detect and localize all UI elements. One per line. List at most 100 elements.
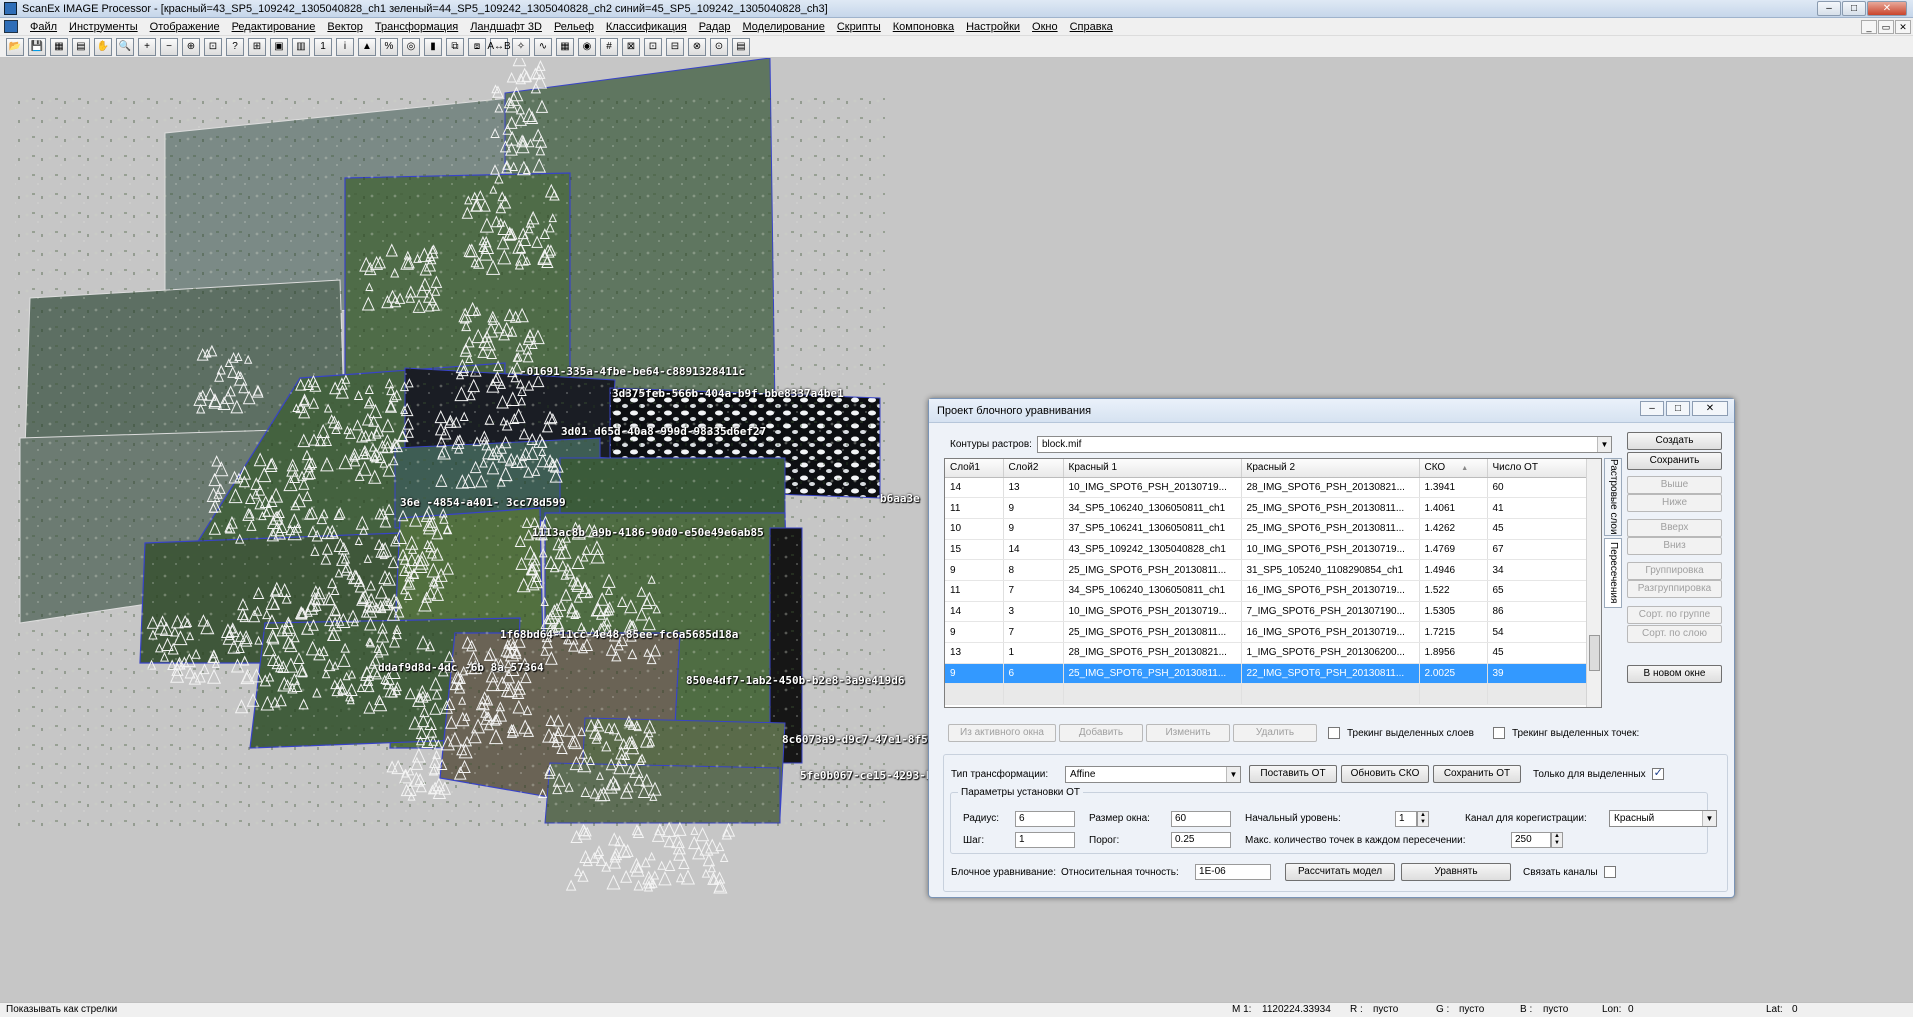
col-red1[interactable]: Красный 1 (1063, 459, 1242, 478)
table-icon[interactable]: ▦ (556, 37, 574, 56)
tab-intersections[interactable]: Пересечения (1604, 538, 1622, 608)
sort-by-layer-button[interactable]: Сорт. по слою (1627, 625, 1722, 643)
menu-tools[interactable]: Инструменты (63, 21, 144, 33)
image-icon[interactable]: ▦ (50, 37, 68, 56)
group-button[interactable]: Группировка (1627, 562, 1722, 580)
dialog-title-bar[interactable]: Проект блочного уравнивания (929, 399, 1734, 423)
move-down-button[interactable]: Ниже (1627, 494, 1722, 512)
globe-icon[interactable]: ◉ (578, 37, 596, 56)
menu-landscape3d[interactable]: Ландшафт 3D (464, 21, 548, 33)
menu-scripts[interactable]: Скрипты (831, 21, 887, 33)
copy-icon[interactable]: ⧉ (446, 37, 464, 56)
move-up-button[interactable]: Выше (1627, 476, 1722, 494)
stamp-icon[interactable]: ⊠ (622, 37, 640, 56)
menu-transform[interactable]: Трансформация (369, 21, 464, 33)
zoom-fit-icon[interactable]: ⊕ (182, 37, 200, 56)
document-icon[interactable] (4, 20, 18, 33)
max-points-stepper[interactable]: ▲ ▼ (1551, 832, 1563, 848)
create-button[interactable]: Создать (1627, 432, 1722, 450)
stamp2-icon[interactable]: ⊡ (644, 37, 662, 56)
col-rmse[interactable]: СКО ▲ (1419, 459, 1488, 478)
dialog-maximize-button[interactable]: □ (1666, 401, 1690, 416)
col-red2[interactable]: Красный 2 (1241, 459, 1420, 478)
ab-icon[interactable]: A↔B (487, 37, 511, 56)
zoom-icon[interactable]: 🔍 (116, 37, 134, 56)
window-icon[interactable]: ▤ (72, 37, 90, 56)
list-icon[interactable]: ▤ (732, 37, 750, 56)
move-bottom-button[interactable]: Вниз (1627, 537, 1722, 555)
table-row[interactable]: 14 3 10_IMG_SPOT6_PSH_20130719... 7_IMG_SPO… (945, 601, 1588, 623)
menu-help[interactable]: Справка (1064, 21, 1119, 33)
mdi-minimize-button[interactable]: _ (1861, 20, 1877, 34)
channel-select[interactable]: Красный ▼ (1609, 810, 1717, 827)
save-project-button[interactable]: Сохранить (1627, 452, 1722, 470)
step-input[interactable]: 1 (1015, 832, 1075, 848)
only-selected-checkbox[interactable] (1651, 766, 1664, 780)
hand-icon[interactable]: ✋ (94, 37, 112, 56)
curve-icon[interactable]: ∿ (534, 37, 552, 56)
table-scrollbar[interactable] (1586, 459, 1601, 707)
table-row[interactable]: 15 14 43_SP5_109242_1305040828_ch1 10_IMG_S… (945, 539, 1588, 561)
stamp3-icon[interactable]: ⊟ (666, 37, 684, 56)
paste-icon[interactable]: ⧈ (468, 37, 486, 56)
table-row[interactable]: 11 9 34_SP5_106240_1306050811_ch1 25_IMG_SP… (945, 497, 1588, 519)
threshold-input[interactable]: 0.25 (1171, 832, 1231, 848)
start-level-stepper[interactable]: ▲ ▼ (1417, 810, 1429, 827)
open-icon[interactable]: 📂 (6, 37, 24, 56)
table-row[interactable]: 13 1 28_IMG_SPOT6_PSH_20130821... 1_IMG_SPO… (945, 642, 1588, 664)
set-points-button[interactable]: Поставить ОТ (1249, 765, 1337, 783)
menu-modeling[interactable]: Моделирование (737, 21, 831, 33)
gradient-icon[interactable]: ▮ (424, 37, 442, 56)
mdi-close-button[interactable]: ✕ (1895, 20, 1911, 34)
menu-settings[interactable]: Настройки (960, 21, 1026, 33)
menu-layout[interactable]: Компоновка (887, 21, 960, 33)
zoom-in-icon[interactable]: + (138, 37, 156, 56)
move-top-button[interactable]: Вверх (1627, 519, 1722, 537)
stamp4-icon[interactable]: ⊗ (688, 37, 706, 56)
col-points[interactable]: Число ОТ (1487, 459, 1588, 478)
radius-input[interactable]: 6 (1015, 810, 1075, 827)
maximize-button[interactable]: □ (1842, 1, 1866, 16)
menu-display[interactable]: Отображение (144, 21, 226, 33)
compute-model-button[interactable]: Рассчитать модел (1285, 863, 1396, 881)
ungroup-button[interactable]: Разгруппировка (1627, 580, 1722, 598)
measure-icon[interactable]: ? (226, 37, 244, 56)
max-points-input[interactable]: 250 (1511, 832, 1551, 848)
tab-raster-layers[interactable]: Растровые слои (1604, 458, 1622, 536)
col-layer2[interactable]: Слой2 (1003, 459, 1064, 478)
menu-vector[interactable]: Вектор (321, 21, 369, 33)
table-row[interactable]: 14 13 10_IMG_SPOT6_PSH_20130719... 28_IMG_S… (945, 477, 1588, 499)
accuracy-input[interactable]: 1E-06 (1195, 864, 1272, 880)
track-points-checkbox[interactable] (1492, 727, 1505, 739)
intersections-table[interactable]: Слой1 Слой2 Красный 1 Красный 2 СКО ▲ Чис… (944, 458, 1602, 708)
adjust-button[interactable]: Уравнять (1401, 863, 1512, 881)
zoom-out-icon[interactable]: − (160, 37, 178, 56)
close-button[interactable]: ✕ (1867, 1, 1907, 16)
rotate-icon[interactable]: ✧ (512, 37, 530, 56)
palette-icon[interactable]: ◎ (402, 37, 420, 56)
link-channels-checkbox[interactable] (1603, 866, 1616, 878)
menu-edit[interactable]: Редактирование (226, 21, 322, 33)
start-level-input[interactable]: 1 (1395, 810, 1417, 827)
save-points-button[interactable]: Сохранить ОТ (1433, 765, 1521, 783)
track-layers-checkbox[interactable] (1328, 727, 1340, 739)
update-rmse-button[interactable]: Обновить СКО (1341, 765, 1429, 783)
edit-button[interactable]: Изменить (1146, 724, 1230, 742)
delete-button[interactable]: Удалить (1233, 724, 1317, 742)
mdi-restore-button[interactable]: ▭ (1878, 20, 1894, 34)
sort-by-group-button[interactable]: Сорт. по группе (1627, 606, 1722, 624)
contours-select[interactable]: block.mif ▼ (1036, 436, 1612, 453)
menu-relief[interactable]: Рельеф (548, 21, 600, 33)
table-row[interactable]: 10 9 37_SP5_106241_1306050811_ch1 25_IMG_SP… (945, 518, 1588, 540)
menu-window[interactable]: Окно (1026, 21, 1064, 33)
dialog-minimize-button[interactable]: – (1640, 401, 1664, 416)
dialog-close-button[interactable]: ✕ (1692, 401, 1728, 416)
menu-file[interactable]: Файл (24, 21, 63, 33)
from-active-window-button[interactable]: Из активного окна (948, 724, 1056, 742)
table-row[interactable]: 11 7 34_SP5_106240_1306050811_ch1 16_IMG_SP… (945, 580, 1588, 602)
minimize-button[interactable]: – (1817, 1, 1841, 16)
menu-radar[interactable]: Радар (693, 21, 737, 33)
transform-type-select[interactable]: Affine ▼ (1065, 765, 1241, 783)
layer-icon[interactable]: ▥ (292, 37, 310, 56)
window-size-input[interactable]: 60 (1171, 810, 1231, 827)
